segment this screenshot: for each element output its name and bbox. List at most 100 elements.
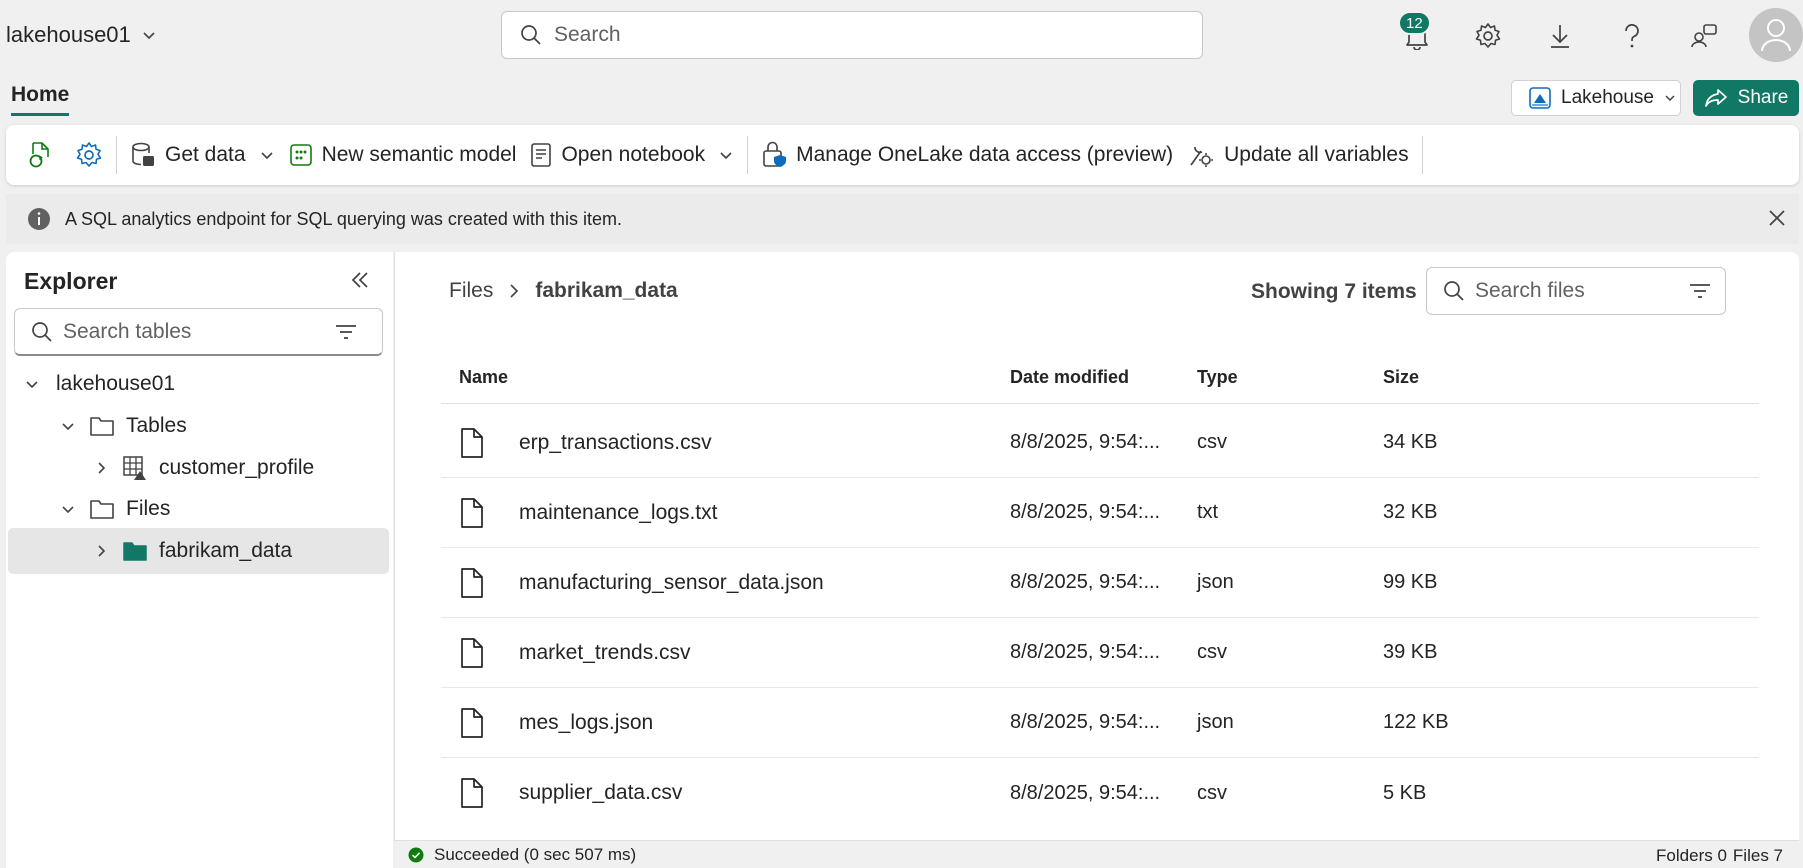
table-search-input[interactable] — [63, 319, 318, 344]
file-type: csv — [1197, 781, 1227, 804]
file-date: 8/8/2025, 9:54:... — [1010, 781, 1161, 804]
table-search[interactable] — [14, 308, 383, 356]
update-variables-label: Update all variables — [1224, 143, 1409, 166]
table-row[interactable]: mes_logs.json 8/8/2025, 9:54:... json 12… — [441, 688, 1759, 758]
manage-onelake-access-button[interactable]: Manage OneLake data access (preview) — [754, 133, 1180, 177]
tree-item-label: fabrikam_data — [159, 539, 293, 562]
help-button[interactable] — [1614, 18, 1650, 54]
collapse-explorer-button[interactable] — [349, 269, 371, 291]
chevron-down-icon[interactable] — [58, 501, 78, 517]
file-name[interactable]: maintenance_logs.txt — [519, 501, 717, 525]
filter-icon[interactable] — [334, 323, 358, 341]
table-header: Name Date modified Type Size — [441, 352, 1759, 404]
search-icon — [31, 321, 53, 343]
file-browser: Files fabrikam_data Showing 7 items Name… — [394, 252, 1799, 868]
chevron-right-icon[interactable] — [91, 543, 111, 559]
file-name[interactable]: market_trends.csv — [519, 641, 691, 665]
open-notebook-button[interactable]: Open notebook — [523, 133, 741, 177]
folder-icon — [88, 415, 116, 437]
update-variables-button[interactable]: Update all variables — [1180, 133, 1415, 177]
tree-item-customer-profile[interactable]: customer_profile — [8, 445, 389, 491]
global-search-input[interactable] — [554, 23, 1154, 47]
item-settings-button[interactable] — [68, 133, 110, 177]
share-label: Share — [1737, 87, 1789, 108]
get-data-button[interactable]: Get data — [123, 133, 282, 177]
close-icon[interactable] — [1767, 208, 1787, 228]
search-icon — [520, 24, 542, 46]
tree-item-tables[interactable]: Tables — [8, 403, 389, 449]
chevron-down-icon — [1663, 91, 1677, 105]
file-size: 34 KB — [1383, 431, 1438, 453]
file-name[interactable]: manufacturing_sensor_data.json — [519, 571, 824, 595]
ribbon-divider — [747, 136, 749, 174]
top-bar: lakehouse01 12 — [0, 0, 1803, 72]
variable-gear-icon — [1187, 141, 1215, 169]
settings-button[interactable] — [1470, 18, 1506, 54]
file-size: 122 KB — [1383, 711, 1449, 733]
file-type: json — [1197, 571, 1234, 593]
column-header-name[interactable]: Name — [441, 367, 1010, 388]
file-type: csv — [1197, 431, 1227, 453]
file-type: txt — [1197, 501, 1219, 523]
manage-onelake-access-label: Manage OneLake data access (preview) — [796, 143, 1174, 166]
table-row[interactable]: market_trends.csv 8/8/2025, 9:54:... csv… — [441, 618, 1759, 688]
table-row[interactable]: erp_transactions.csv 8/8/2025, 9:54:... … — [441, 408, 1759, 478]
file-size: 5 KB — [1383, 781, 1427, 804]
file-icon — [459, 707, 489, 739]
folder-file-stats: Folders 0 Files 7 — [1656, 846, 1783, 866]
global-search[interactable] — [501, 11, 1203, 59]
table-icon — [121, 455, 149, 481]
chevron-down-icon — [718, 147, 734, 163]
workspace-switcher[interactable]: lakehouse01 — [6, 22, 157, 48]
status-bar: Succeeded (0 sec 507 ms) Folders 0 Files… — [394, 840, 1799, 868]
file-date: 8/8/2025, 9:54:... — [1010, 501, 1161, 523]
breadcrumb-files[interactable]: Files — [449, 279, 493, 303]
table-row[interactable]: manufacturing_sensor_data.json 8/8/2025,… — [441, 548, 1759, 618]
ribbon-divider — [116, 136, 117, 174]
notebook-icon — [530, 142, 552, 168]
info-message: A SQL analytics endpoint for SQL queryin… — [65, 208, 622, 229]
status-message: Succeeded (0 sec 507 ms) — [408, 845, 636, 865]
file-name[interactable]: supplier_data.csv — [519, 781, 682, 805]
info-message-bar: A SQL analytics endpoint for SQL queryin… — [6, 194, 1799, 244]
chevron-right-icon[interactable] — [91, 460, 111, 476]
tree-item-label: customer_profile — [159, 456, 315, 479]
new-semantic-model-button[interactable]: New semantic model — [282, 133, 524, 177]
chevron-down-icon — [259, 147, 275, 163]
column-header-date[interactable]: Date modified — [1010, 367, 1197, 388]
workspace-name: lakehouse01 — [6, 22, 131, 47]
table-row[interactable]: supplier_data.csv 8/8/2025, 9:54:... csv… — [441, 758, 1759, 828]
ribbon-divider — [1421, 136, 1423, 174]
file-name[interactable]: erp_transactions.csv — [519, 431, 712, 455]
file-size: 39 KB — [1383, 641, 1438, 663]
file-type: json — [1197, 711, 1234, 733]
tree-item-files[interactable]: Files — [8, 486, 389, 532]
column-header-type[interactable]: Type — [1197, 367, 1383, 388]
file-name-cell: maintenance_logs.txt — [441, 497, 1010, 529]
get-data-label: Get data — [165, 143, 246, 166]
table-row[interactable]: maintenance_logs.txt 8/8/2025, 9:54:... … — [441, 478, 1759, 548]
column-header-size[interactable]: Size — [1383, 367, 1543, 388]
folder-filled-icon — [121, 540, 149, 562]
item-count: Showing 7 items — [1251, 280, 1417, 303]
file-name[interactable]: mes_logs.json — [519, 711, 653, 735]
gear-icon — [1474, 22, 1502, 50]
chevron-down-icon[interactable] — [22, 376, 42, 392]
tree-item-fabrikam-data[interactable]: fabrikam_data — [8, 528, 389, 574]
filter-icon[interactable] — [1688, 282, 1712, 300]
chevron-down-icon[interactable] — [58, 418, 78, 434]
file-search[interactable] — [1426, 267, 1726, 315]
user-avatar[interactable] — [1749, 8, 1803, 62]
file-search-input[interactable] — [1475, 279, 1670, 303]
share-button[interactable]: Share — [1693, 80, 1799, 116]
download-button[interactable] — [1542, 18, 1578, 54]
feedback-button[interactable] — [1686, 18, 1722, 54]
folder-count: Folders 0 — [1656, 846, 1727, 865]
tree-item-lakehouse01[interactable]: lakehouse01 — [8, 361, 389, 407]
gear-icon — [75, 141, 103, 169]
tab-home[interactable]: Home — [11, 83, 70, 116]
file-date: 8/8/2025, 9:54:... — [1010, 711, 1161, 733]
lakehouse-switcher[interactable]: Lakehouse — [1511, 80, 1681, 116]
person-icon — [1759, 17, 1793, 53]
refresh-button[interactable] — [20, 133, 60, 177]
